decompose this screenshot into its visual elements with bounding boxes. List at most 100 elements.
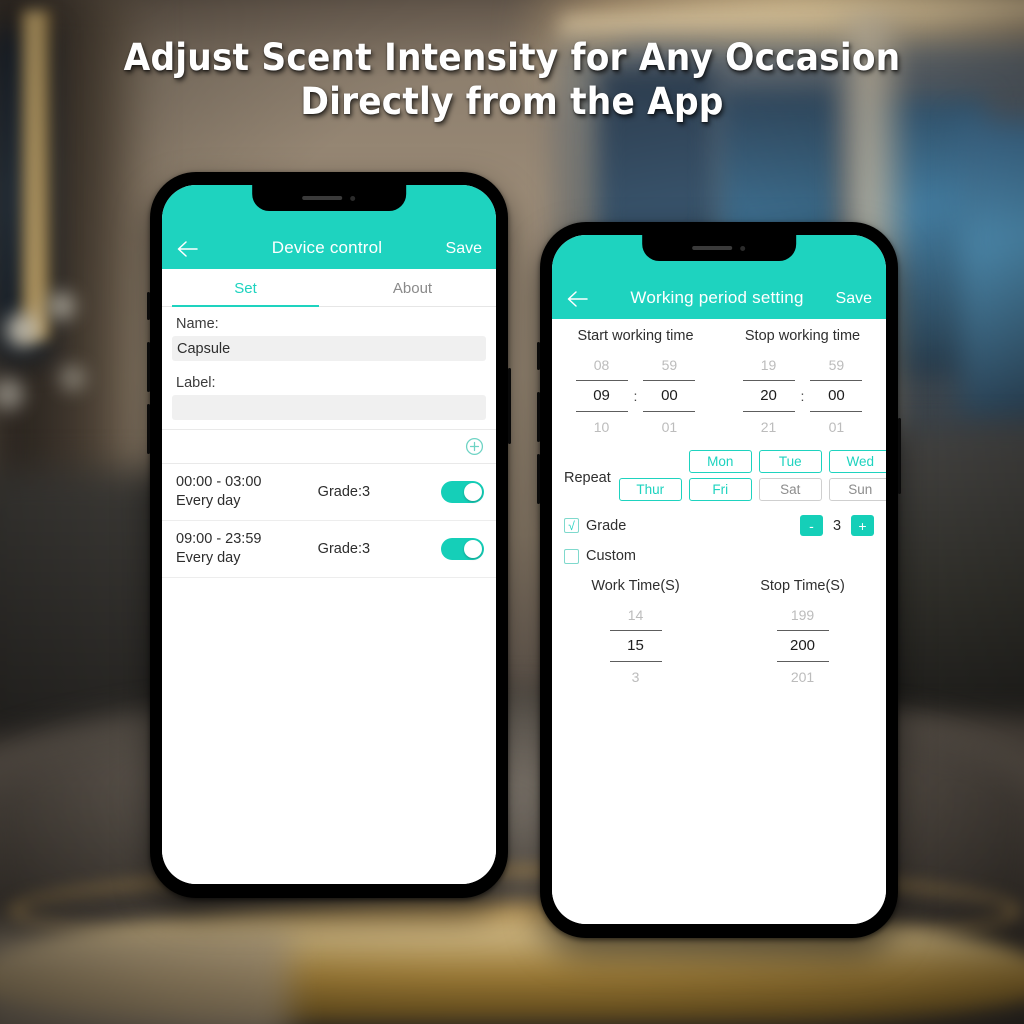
stop-time-header-s: Stop Time(S)	[760, 578, 845, 594]
save-button-right[interactable]: Save	[834, 290, 872, 308]
phone-right-volume-down-button[interactable]	[537, 454, 540, 504]
stop-time-s-prev: 199	[790, 607, 815, 623]
grade-checkbox[interactable]: √	[564, 518, 579, 533]
stop-minute-wheel[interactable]: 59 00 01	[810, 350, 863, 442]
grade-row: √ Grade - 3 +	[552, 508, 886, 541]
schedule-toggle[interactable]	[441, 481, 484, 503]
working-period-body: Start working time Stop working time 08 …	[552, 319, 886, 924]
work-time-header: Work Time(S)	[591, 578, 680, 594]
phone-left-volume-down-button[interactable]	[147, 404, 150, 454]
phone-left-volume-up-button[interactable]	[147, 342, 150, 392]
duration-column-headers: Work Time(S) Stop Time(S)	[552, 569, 886, 598]
start-hour-next: 10	[593, 419, 610, 435]
start-hour-wheel[interactable]: 08 09 10	[575, 350, 628, 442]
schedule-repeat: Every day	[176, 493, 241, 509]
stop-minute-prev: 59	[828, 357, 845, 373]
start-hour-value: 09	[575, 380, 628, 412]
tab-about[interactable]: About	[329, 269, 496, 306]
promo-headline: Adjust Scent Intensity for Any Occasion …	[36, 36, 988, 124]
grade-stepper: - 3 +	[800, 515, 874, 536]
phone-right-screen: Working period setting Save Start workin…	[552, 235, 886, 924]
schedule-time-range: 09:00 - 23:59	[176, 531, 262, 547]
start-minute-prev: 59	[661, 357, 678, 373]
label-field-label: Label:	[176, 375, 216, 391]
start-hour-prev: 08	[593, 357, 610, 373]
day-chip-fri[interactable]: Fri	[688, 478, 752, 501]
tab-bar: Set About	[162, 269, 496, 307]
grade-value: 3	[832, 517, 842, 534]
day-chip-group: Mon Tue Wed Thur Fri Sat Sun	[618, 450, 886, 506]
work-time-value: 15	[609, 630, 662, 662]
schedule-repeat: Every day	[176, 550, 241, 566]
phone-left-notch	[252, 185, 406, 211]
stop-minute-next: 01	[828, 419, 845, 435]
phone-right-volume-up-button[interactable]	[537, 392, 540, 442]
save-button-left[interactable]: Save	[444, 240, 482, 258]
stop-time-separator: :	[800, 387, 805, 404]
table-row[interactable]: 09:00 - 23:59 Every day Grade:3	[162, 521, 496, 578]
phone-right-mute-button[interactable]	[537, 342, 540, 370]
day-chip-wed[interactable]: Wed	[828, 450, 886, 473]
front-camera-icon	[350, 195, 356, 201]
phone-left-mute-button[interactable]	[147, 292, 150, 320]
work-time-next: 3	[631, 669, 640, 685]
grade-label: Grade	[586, 517, 627, 534]
schedule-toggle[interactable]	[441, 538, 484, 560]
day-chip-sat[interactable]: Sat	[758, 478, 822, 501]
appbar-title-left: Device control	[271, 238, 383, 257]
time-column-headers: Start working time Stop working time	[552, 319, 886, 348]
day-chip-row-2: Thur Fri Sat Sun	[618, 478, 886, 501]
work-time-wheel[interactable]: 14 15 3	[609, 600, 662, 692]
schedule-grade: Grade:3	[317, 484, 371, 500]
start-minute-wheel[interactable]: 59 00 01	[643, 350, 696, 442]
custom-checkbox[interactable]	[564, 548, 579, 564]
stop-hour-wheel[interactable]: 19 20 21	[742, 350, 795, 442]
add-schedule-row[interactable]	[162, 429, 496, 464]
duration-pickers: 14 15 3 199 200 201	[552, 598, 886, 696]
toggle-knob	[464, 540, 482, 558]
day-chip-sun[interactable]: Sun	[828, 478, 886, 501]
stop-time-s-wheel[interactable]: 199 200 201	[776, 600, 829, 692]
name-input[interactable]: Capsule	[172, 336, 486, 361]
grade-plus-button[interactable]: +	[851, 515, 874, 536]
phone-right-power-button[interactable]	[898, 418, 901, 494]
work-time-prev: 14	[627, 607, 644, 623]
schedule-time-cell: 09:00 - 23:59 Every day	[176, 530, 318, 568]
stop-hour-prev: 19	[760, 357, 777, 373]
work-time-picker[interactable]: 14 15 3	[552, 600, 719, 692]
back-button-right[interactable]	[566, 290, 600, 308]
headline-line-1: Adjust Scent Intensity for Any Occasion	[123, 36, 901, 79]
phone-left-power-button[interactable]	[508, 368, 511, 444]
table-row[interactable]: 00:00 - 03:00 Every day Grade:3	[162, 464, 496, 521]
phone-left-screen: Device control Save Set About Name: Caps…	[162, 185, 496, 884]
day-chip-thur[interactable]: Thur	[618, 478, 682, 501]
label-input[interactable]	[172, 395, 486, 420]
stop-hour-value: 20	[742, 380, 795, 412]
day-chip-mon[interactable]: Mon	[688, 450, 752, 473]
back-arrow-icon	[567, 291, 588, 307]
stop-minute-value: 00	[810, 380, 863, 412]
back-button-left[interactable]	[176, 240, 210, 258]
earpiece-speaker-icon	[302, 196, 343, 200]
plus-circle-icon[interactable]	[465, 437, 484, 456]
phone-mockup-left: Device control Save Set About Name: Caps…	[147, 172, 511, 898]
schedule-time-cell: 00:00 - 03:00 Every day	[176, 473, 318, 511]
repeat-section: Repeat Mon Tue Wed Thur Fri Sat Sun	[552, 446, 886, 508]
start-minute-value: 00	[643, 380, 696, 412]
custom-row: Custom	[552, 541, 886, 569]
stop-time-picker[interactable]: 19 20 21 : 59 00 01	[719, 350, 886, 442]
appbar-title-right: Working period setting	[630, 288, 804, 307]
day-chip-tue[interactable]: Tue	[758, 450, 822, 473]
tab-set[interactable]: Set	[162, 269, 329, 307]
grade-minus-button[interactable]: -	[800, 515, 823, 536]
stop-time-header: Stop working time	[744, 328, 861, 344]
name-field-label: Name:	[176, 316, 219, 332]
start-time-separator: :	[633, 387, 638, 404]
back-arrow-icon	[177, 241, 198, 257]
start-minute-next: 01	[661, 419, 678, 435]
start-time-picker[interactable]: 08 09 10 : 59 00 01	[552, 350, 719, 442]
schedule-time-range: 00:00 - 03:00	[176, 474, 262, 490]
stop-hour-next: 21	[760, 419, 777, 435]
stop-time-s-picker[interactable]: 199 200 201	[719, 600, 886, 692]
front-camera-icon	[740, 245, 746, 251]
